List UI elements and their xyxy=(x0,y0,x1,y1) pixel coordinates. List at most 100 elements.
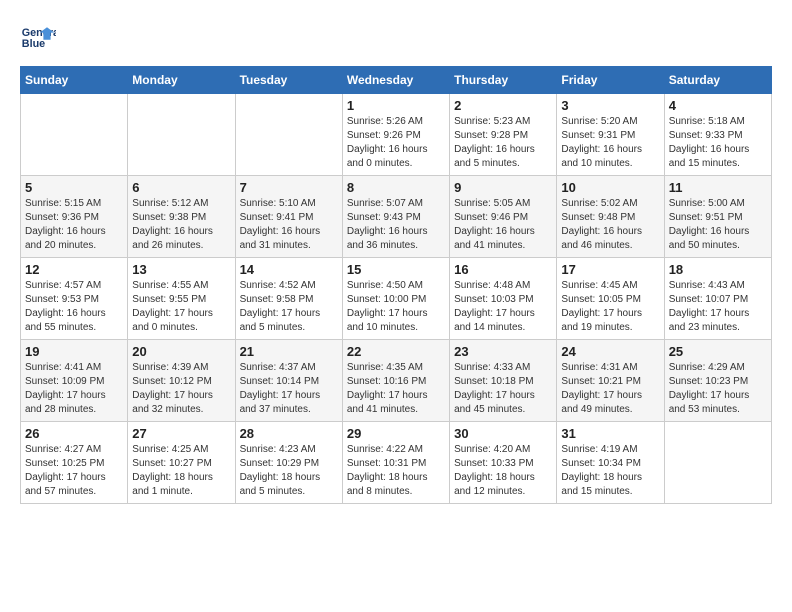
day-detail: Sunrise: 4:41 AM Sunset: 10:09 PM Daylig… xyxy=(25,361,123,417)
day-number: 7 xyxy=(240,180,338,195)
calendar-cell: 4 Sunrise: 5:18 AM Sunset: 9:33 PM Daylig… xyxy=(664,94,771,176)
calendar-cell: 11 Sunrise: 5:00 AM Sunset: 9:51 PM Dayli… xyxy=(664,176,771,258)
day-detail: Sunrise: 4:45 AM Sunset: 10:05 PM Daylig… xyxy=(561,279,659,335)
day-detail: Sunrise: 4:20 AM Sunset: 10:33 PM Daylig… xyxy=(454,443,552,499)
day-detail: Sunrise: 5:20 AM Sunset: 9:31 PM Dayligh… xyxy=(561,115,659,171)
calendar-cell: 28 Sunrise: 4:23 AM Sunset: 10:29 PM Dayl… xyxy=(235,422,342,504)
calendar-cell: 25Sunrise: 4:29 AM Sunset: 10:23 PM Dayl… xyxy=(664,340,771,422)
day-number: 30 xyxy=(454,426,552,441)
calendar-cell: 31 Sunrise: 4:19 AM Sunset: 10:34 PM Dayl… xyxy=(557,422,664,504)
calendar-cell: 5 Sunrise: 5:15 AM Sunset: 9:36 PM Daylig… xyxy=(21,176,128,258)
calendar-cell: 14 Sunrise: 4:52 AM Sunset: 9:58 PM Dayli… xyxy=(235,258,342,340)
day-number: 18 xyxy=(669,262,767,277)
calendar-cell: 18 Sunrise: 4:43 AM Sunset: 10:07 PM Dayl… xyxy=(664,258,771,340)
day-number: 8 xyxy=(347,180,445,195)
calendar-cell xyxy=(235,94,342,176)
calendar-cell: 9 Sunrise: 5:05 AM Sunset: 9:46 PM Daylig… xyxy=(450,176,557,258)
day-number: 15 xyxy=(347,262,445,277)
day-number: 31 xyxy=(561,426,659,441)
calendar-cell: 8 Sunrise: 5:07 AM Sunset: 9:43 PM Daylig… xyxy=(342,176,449,258)
calendar-cell: 23Sunrise: 4:33 AM Sunset: 10:18 PM Dayl… xyxy=(450,340,557,422)
day-detail: Sunrise: 5:12 AM Sunset: 9:38 PM Dayligh… xyxy=(132,197,230,253)
calendar-cell: 29 Sunrise: 4:22 AM Sunset: 10:31 PM Dayl… xyxy=(342,422,449,504)
header-friday: Friday xyxy=(557,67,664,94)
calendar-cell: 3 Sunrise: 5:20 AM Sunset: 9:31 PM Daylig… xyxy=(557,94,664,176)
day-detail: Sunrise: 4:19 AM Sunset: 10:34 PM Daylig… xyxy=(561,443,659,499)
day-detail: Sunrise: 4:39 AM Sunset: 10:12 PM Daylig… xyxy=(132,361,230,417)
day-detail: Sunrise: 5:00 AM Sunset: 9:51 PM Dayligh… xyxy=(669,197,767,253)
day-detail: Sunrise: 5:18 AM Sunset: 9:33 PM Dayligh… xyxy=(669,115,767,171)
calendar-cell: 27Sunrise: 4:25 AM Sunset: 10:27 PM Dayl… xyxy=(128,422,235,504)
day-number: 2 xyxy=(454,98,552,113)
calendar-cell xyxy=(664,422,771,504)
day-detail: Sunrise: 5:05 AM Sunset: 9:46 PM Dayligh… xyxy=(454,197,552,253)
day-detail: Sunrise: 5:10 AM Sunset: 9:41 PM Dayligh… xyxy=(240,197,338,253)
day-detail: Sunrise: 5:07 AM Sunset: 9:43 PM Dayligh… xyxy=(347,197,445,253)
day-number: 22 xyxy=(347,344,445,359)
week-row-3: 12 Sunrise: 4:57 AM Sunset: 9:53 PM Dayli… xyxy=(21,258,772,340)
day-number: 19 xyxy=(25,344,123,359)
week-row-5: 26 Sunrise: 4:27 AM Sunset: 10:25 PM Dayl… xyxy=(21,422,772,504)
calendar-cell xyxy=(21,94,128,176)
header-monday: Monday xyxy=(128,67,235,94)
day-number: 29 xyxy=(347,426,445,441)
calendar-cell: 10Sunrise: 5:02 AM Sunset: 9:48 PM Dayli… xyxy=(557,176,664,258)
day-number: 3 xyxy=(561,98,659,113)
calendar-cell: 1Sunrise: 5:26 AM Sunset: 9:26 PM Daylig… xyxy=(342,94,449,176)
calendar-body: 1Sunrise: 5:26 AM Sunset: 9:26 PM Daylig… xyxy=(21,94,772,504)
day-detail: Sunrise: 4:48 AM Sunset: 10:03 PM Daylig… xyxy=(454,279,552,335)
day-detail: Sunrise: 5:26 AM Sunset: 9:26 PM Dayligh… xyxy=(347,115,445,171)
day-detail: Sunrise: 4:33 AM Sunset: 10:18 PM Daylig… xyxy=(454,361,552,417)
calendar-table: SundayMondayTuesdayWednesdayThursdayFrid… xyxy=(20,66,772,504)
calendar-cell: 13 Sunrise: 4:55 AM Sunset: 9:55 PM Dayli… xyxy=(128,258,235,340)
calendar-cell xyxy=(128,94,235,176)
day-detail: Sunrise: 4:43 AM Sunset: 10:07 PM Daylig… xyxy=(669,279,767,335)
calendar-cell: 24Sunrise: 4:31 AM Sunset: 10:21 PM Dayl… xyxy=(557,340,664,422)
calendar-cell: 19 Sunrise: 4:41 AM Sunset: 10:09 PM Dayl… xyxy=(21,340,128,422)
header-thursday: Thursday xyxy=(450,67,557,94)
day-detail: Sunrise: 4:27 AM Sunset: 10:25 PM Daylig… xyxy=(25,443,123,499)
calendar-cell: 16 Sunrise: 4:48 AM Sunset: 10:03 PM Dayl… xyxy=(450,258,557,340)
day-number: 28 xyxy=(240,426,338,441)
calendar-cell: 22 Sunrise: 4:35 AM Sunset: 10:16 PM Dayl… xyxy=(342,340,449,422)
day-number: 14 xyxy=(240,262,338,277)
day-detail: Sunrise: 4:23 AM Sunset: 10:29 PM Daylig… xyxy=(240,443,338,499)
calendar-cell: 26 Sunrise: 4:27 AM Sunset: 10:25 PM Dayl… xyxy=(21,422,128,504)
day-number: 5 xyxy=(25,180,123,195)
day-number: 10 xyxy=(561,180,659,195)
day-detail: Sunrise: 4:57 AM Sunset: 9:53 PM Dayligh… xyxy=(25,279,123,335)
day-number: 11 xyxy=(669,180,767,195)
day-number: 4 xyxy=(669,98,767,113)
svg-text:Blue: Blue xyxy=(22,38,45,50)
logo: General Blue xyxy=(20,20,56,56)
day-detail: Sunrise: 4:52 AM Sunset: 9:58 PM Dayligh… xyxy=(240,279,338,335)
day-number: 26 xyxy=(25,426,123,441)
day-detail: Sunrise: 4:35 AM Sunset: 10:16 PM Daylig… xyxy=(347,361,445,417)
day-number: 6 xyxy=(132,180,230,195)
calendar-cell: 20 Sunrise: 4:39 AM Sunset: 10:12 PM Dayl… xyxy=(128,340,235,422)
day-detail: Sunrise: 4:55 AM Sunset: 9:55 PM Dayligh… xyxy=(132,279,230,335)
day-detail: Sunrise: 4:37 AM Sunset: 10:14 PM Daylig… xyxy=(240,361,338,417)
calendar-cell: 30 Sunrise: 4:20 AM Sunset: 10:33 PM Dayl… xyxy=(450,422,557,504)
header-sunday: Sunday xyxy=(21,67,128,94)
day-detail: Sunrise: 4:50 AM Sunset: 10:00 PM Daylig… xyxy=(347,279,445,335)
day-detail: Sunrise: 4:22 AM Sunset: 10:31 PM Daylig… xyxy=(347,443,445,499)
calendar-cell: 21Sunrise: 4:37 AM Sunset: 10:14 PM Dayl… xyxy=(235,340,342,422)
day-number: 20 xyxy=(132,344,230,359)
day-number: 13 xyxy=(132,262,230,277)
day-number: 17 xyxy=(561,262,659,277)
day-number: 12 xyxy=(25,262,123,277)
week-row-1: 1Sunrise: 5:26 AM Sunset: 9:26 PM Daylig… xyxy=(21,94,772,176)
week-row-2: 5 Sunrise: 5:15 AM Sunset: 9:36 PM Daylig… xyxy=(21,176,772,258)
header-tuesday: Tuesday xyxy=(235,67,342,94)
logo-icon: General Blue xyxy=(20,20,56,56)
day-detail: Sunrise: 5:15 AM Sunset: 9:36 PM Dayligh… xyxy=(25,197,123,253)
day-number: 16 xyxy=(454,262,552,277)
calendar-cell: 7 Sunrise: 5:10 AM Sunset: 9:41 PM Daylig… xyxy=(235,176,342,258)
page-header: General Blue xyxy=(20,20,772,56)
day-detail: Sunrise: 4:29 AM Sunset: 10:23 PM Daylig… xyxy=(669,361,767,417)
header-wednesday: Wednesday xyxy=(342,67,449,94)
day-number: 9 xyxy=(454,180,552,195)
day-detail: Sunrise: 5:23 AM Sunset: 9:28 PM Dayligh… xyxy=(454,115,552,171)
day-detail: Sunrise: 4:31 AM Sunset: 10:21 PM Daylig… xyxy=(561,361,659,417)
